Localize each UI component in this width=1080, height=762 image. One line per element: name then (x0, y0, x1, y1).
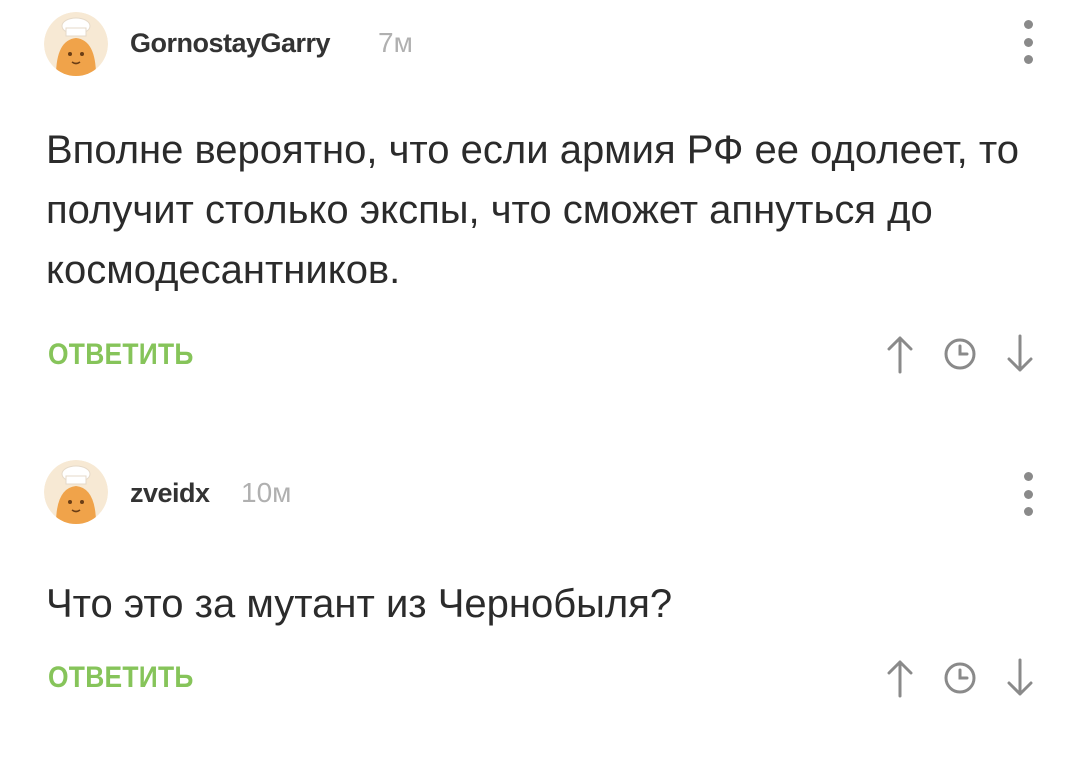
vertical-dots-icon[interactable] (1016, 472, 1040, 516)
reply-button[interactable]: ОТВЕТИТЬ (48, 661, 194, 695)
clock-icon[interactable] (938, 656, 982, 700)
avatar[interactable] (44, 460, 108, 524)
arrow-down-icon[interactable] (998, 656, 1042, 700)
comment-time: 7м (378, 27, 413, 58)
arrow-down-icon[interactable] (998, 332, 1042, 376)
menu-dot (1023, 472, 1033, 481)
vertical-dots-icon[interactable] (1016, 20, 1040, 64)
comment-text: Что это за мутант из Чернобыля? (46, 582, 673, 626)
avatar[interactable] (44, 12, 108, 76)
comment: zveidx 10м Что это за мутант из Чернобыл… (0, 440, 1080, 762)
comments-feed: GornostayGarry 7м Вполне вероятно, что е… (0, 0, 1080, 762)
comment: GornostayGarry 7м Вполне вероятно, что е… (0, 0, 1080, 420)
menu-dot (1023, 37, 1033, 47)
reply-button[interactable]: ОТВЕТИТЬ (48, 338, 194, 372)
menu-dot (1023, 507, 1033, 516)
menu-dot (1023, 55, 1033, 64)
comment-time: 10м (241, 477, 292, 508)
menu-dot (1023, 489, 1033, 499)
menu-dot (1023, 20, 1033, 29)
arrow-up-icon[interactable] (878, 332, 922, 376)
chef-avatar-icon (44, 12, 108, 76)
arrow-up-icon[interactable] (878, 656, 922, 700)
author-name[interactable]: zveidx (130, 478, 210, 509)
comment-actions (878, 656, 1042, 700)
author-name[interactable]: GornostayGarry (130, 28, 331, 59)
comment-text: Вполне вероятно, что если армия РФ ее од… (46, 128, 1019, 292)
comment-actions (878, 332, 1042, 376)
clock-icon[interactable] (938, 332, 982, 376)
chef-avatar-icon (44, 460, 108, 524)
